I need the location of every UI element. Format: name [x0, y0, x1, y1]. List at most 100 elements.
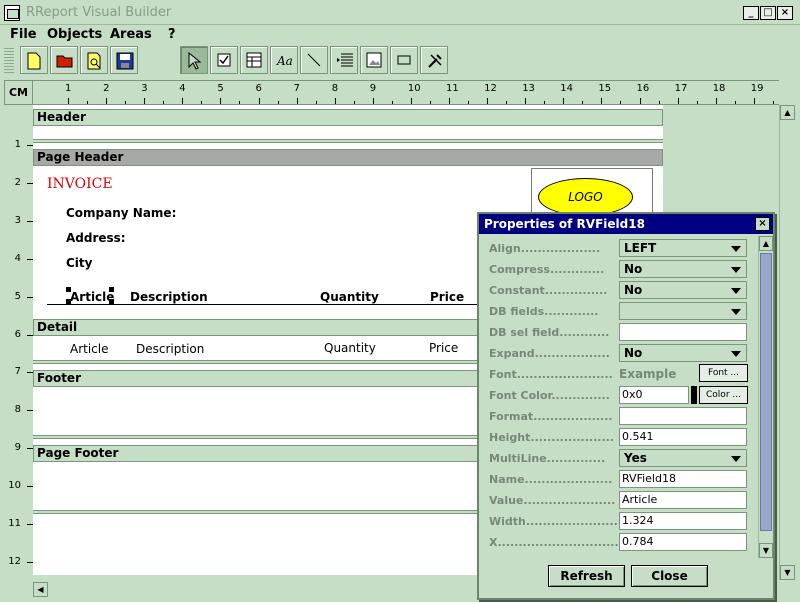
ruler-number: 2	[14, 176, 21, 188]
property-label: Compress.............	[489, 263, 605, 276]
column-price[interactable]: Price	[430, 290, 464, 304]
invoice-title[interactable]: INVOICE	[47, 176, 113, 192]
resize-handle[interactable]	[109, 287, 114, 292]
scroll-up-arrow[interactable]: ▲	[780, 105, 795, 120]
ruler-tick	[772, 101, 774, 104]
app-icon	[4, 5, 20, 21]
property-input[interactable]: 0.541	[619, 428, 747, 446]
minimize-button[interactable]: _	[743, 6, 759, 20]
scroll-up-arrow[interactable]: ▲	[759, 236, 773, 251]
property-row: DB sel field............	[479, 322, 759, 343]
scroll-thumb[interactable]	[760, 253, 772, 531]
ruler-number: 3	[14, 214, 21, 226]
ruler-tick	[544, 101, 546, 104]
menu-file[interactable]: File	[10, 27, 37, 42]
menu-help[interactable]: ?	[168, 27, 176, 42]
area-tool-button[interactable]	[330, 46, 358, 74]
scroll-down-arrow[interactable]: ▼	[759, 543, 773, 558]
band-separator[interactable]	[33, 139, 663, 143]
property-label: Font Color..............	[489, 389, 610, 402]
vertical-ruler: 1 2 3 4 5 6 7 8 9 10 11 12	[4, 105, 33, 580]
property-input[interactable]	[619, 323, 747, 341]
refresh-button[interactable]: Refresh	[548, 565, 625, 587]
detail-price[interactable]: Price	[429, 341, 458, 355]
preview-button[interactable]	[80, 46, 108, 74]
property-input[interactable]: 0.784	[619, 533, 747, 551]
label-tool-button[interactable]: Aa	[270, 46, 298, 74]
font-color-field[interactable]: 0x0	[619, 386, 689, 404]
properties-title[interactable]: Properties of RVField18	[479, 214, 773, 234]
logo-frame[interactable]: LOGO	[531, 168, 653, 218]
ruler-number: 11	[8, 518, 21, 529]
city-label[interactable]: City	[66, 256, 92, 270]
maximize-button[interactable]: □	[760, 6, 776, 20]
image-tool-button[interactable]	[360, 46, 388, 74]
new-file-icon	[27, 52, 41, 70]
ruler-number: 9	[14, 442, 21, 454]
resize-handle[interactable]	[66, 287, 71, 292]
property-select[interactable]: No	[619, 281, 747, 299]
select-tool-button[interactable]	[180, 46, 208, 74]
property-value-cell	[619, 323, 747, 341]
property-select[interactable]: Yes	[619, 449, 747, 467]
column-article[interactable]: Article	[70, 290, 114, 304]
property-input[interactable]: 1.324	[619, 512, 747, 530]
close-window-button[interactable]: ×	[777, 6, 793, 20]
property-label: Name.....................	[489, 473, 613, 486]
toolbar-grip[interactable]	[4, 47, 14, 73]
column-quantity[interactable]: Quantity	[320, 290, 379, 304]
menu-objects[interactable]: Objects	[47, 27, 102, 42]
scroll-down-arrow[interactable]: ▼	[780, 565, 795, 580]
ruler-number: 17	[674, 83, 688, 94]
property-row: Expand.................. No	[479, 343, 759, 364]
property-select[interactable]: LEFT	[619, 239, 747, 257]
property-input[interactable]	[619, 407, 747, 425]
property-value-cell	[619, 302, 747, 320]
band-page-header[interactable]: Page Header	[33, 149, 663, 166]
vertical-scrollbar[interactable]: ▲ ▼	[779, 105, 796, 580]
property-row: Name..................... RVField18	[479, 469, 759, 490]
save-button[interactable]	[110, 46, 138, 74]
rectangle-tool-button[interactable]	[390, 46, 418, 74]
new-report-button[interactable]	[20, 46, 48, 74]
properties-tool-button[interactable]	[420, 46, 448, 74]
checkbox-tool-button[interactable]	[210, 46, 238, 74]
ruler-tick	[734, 101, 736, 104]
ruler-unit: CM	[4, 80, 33, 105]
close-button[interactable]: Close	[631, 565, 708, 587]
ruler-tick	[315, 101, 317, 104]
ruler-tick	[468, 101, 470, 104]
property-value-cell: 1.324	[619, 512, 747, 530]
property-select[interactable]: No	[619, 260, 747, 278]
ruler-tick	[601, 98, 603, 104]
property-select[interactable]: No	[619, 344, 747, 362]
ruler-number: 12	[484, 83, 497, 94]
open-button[interactable]	[50, 46, 78, 74]
ruler-number: 14	[560, 83, 574, 94]
detail-quantity[interactable]: Quantity	[324, 341, 376, 355]
font-button[interactable]: Font ...	[699, 364, 748, 382]
detail-description[interactable]: Description	[136, 342, 204, 356]
color-button[interactable]: Color ...	[699, 386, 748, 404]
ruler-tick	[182, 98, 184, 104]
detail-article[interactable]: Article	[70, 342, 109, 356]
property-row: MultiLine.............. Yes	[479, 448, 759, 469]
scroll-left-arrow[interactable]: ◀	[33, 582, 48, 597]
menu-areas[interactable]: Areas	[110, 27, 152, 42]
close-icon[interactable]: ×	[755, 217, 770, 231]
property-input[interactable]: Article	[619, 491, 747, 509]
property-select[interactable]	[619, 302, 747, 320]
ruler-tick	[239, 101, 241, 104]
property-input[interactable]: RVField18	[619, 470, 747, 488]
band-header[interactable]: Header	[33, 109, 663, 126]
address-label[interactable]: Address:	[66, 231, 126, 245]
field-tool-button[interactable]	[240, 46, 268, 74]
company-label[interactable]: Company Name:	[66, 206, 176, 220]
ruler-tick	[620, 101, 622, 104]
line-tool-button[interactable]	[300, 46, 328, 74]
ruler-number: 19	[750, 83, 764, 94]
column-description[interactable]: Description	[130, 290, 208, 304]
property-label: Width......................	[489, 515, 618, 528]
property-value-cell: No	[619, 281, 747, 299]
ruler-number: 3	[141, 83, 148, 94]
